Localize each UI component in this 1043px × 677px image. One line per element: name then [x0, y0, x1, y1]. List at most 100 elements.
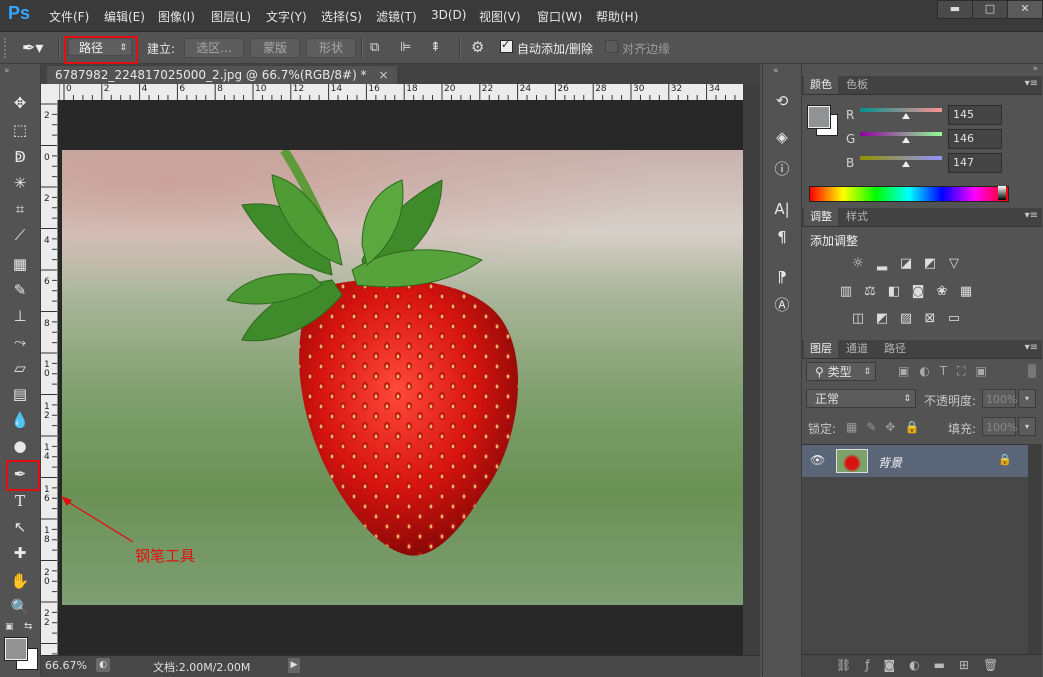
custom-shape-tool-icon[interactable]: ✚ — [8, 542, 32, 564]
foreground-color-swatch[interactable] — [4, 637, 28, 661]
path-selection-tool-icon[interactable]: ↖ — [8, 516, 32, 538]
tab-layers[interactable]: 图层 — [804, 340, 838, 358]
opacity-dropdown-icon[interactable]: ▾ — [1018, 389, 1036, 408]
ruler-origin[interactable] — [41, 84, 60, 101]
gradient-map-icon[interactable]: ▭ — [946, 311, 962, 327]
align-edges-checkbox[interactable] — [605, 40, 618, 53]
eraser-tool-icon[interactable]: ▱ — [8, 357, 32, 379]
tab-channels[interactable]: 通道 — [840, 340, 874, 358]
levels-icon[interactable]: ▂ — [874, 256, 890, 272]
menu-filter[interactable]: 滤镜(T) — [376, 8, 417, 25]
paragraph-panel-icon[interactable]: ¶ — [771, 226, 793, 248]
grayscale-ramp[interactable] — [998, 186, 1006, 200]
tab-adjustments[interactable]: 调整 — [804, 208, 838, 226]
menu-help[interactable]: 帮助(H) — [596, 8, 638, 25]
hand-tool-icon[interactable]: ✋ — [8, 570, 32, 592]
make-shape-button[interactable]: 形状 — [306, 38, 356, 58]
collapse-dock-icon[interactable]: « — [773, 66, 779, 76]
black-white-icon[interactable]: ◧ — [886, 284, 902, 300]
path-alignment-icon[interactable]: ⊫ — [400, 40, 411, 55]
path-arrangement-icon[interactable]: ⇞ — [430, 40, 441, 55]
layer-footer-icons[interactable]: ⛓ƒ◙◐▬⊞🗑 — [836, 658, 1012, 672]
close-window-button[interactable]: ✕ — [1007, 0, 1043, 19]
minimize-button[interactable]: ▬ — [937, 0, 973, 19]
make-mask-button[interactable]: 蒙版 — [250, 38, 300, 58]
strawberry-photo[interactable] — [62, 150, 743, 605]
paragraph-styles-icon[interactable]: ⁋ — [771, 266, 793, 288]
fill-dropdown-icon[interactable]: ▾ — [1018, 417, 1036, 436]
layer-filter-select[interactable]: ⚲ 类型 ⇕ — [806, 362, 876, 381]
gear-icon[interactable]: ⚙ — [471, 38, 484, 56]
clone-stamp-tool-icon[interactable]: ⊥ — [8, 305, 32, 327]
info-panel-icon[interactable]: ⓘ — [771, 158, 793, 180]
menu-window[interactable]: 窗口(W) — [537, 8, 582, 25]
panel-menu-icon[interactable]: ▾≡ — [1025, 78, 1038, 89]
maximize-button[interactable]: □ — [972, 0, 1008, 19]
panel-menu-icon[interactable]: ▾≡ — [1025, 342, 1038, 353]
horizontal-ruler[interactable]: 0 2 4 6 8 10 12 14 16 18 20 22 24 26 28 30 32 34 — [60, 84, 743, 101]
panel-menu-icon[interactable]: ▾≡ — [1025, 210, 1038, 221]
layer-row-background[interactable]: 👁 背景 🔒 — [802, 445, 1028, 477]
zoom-tool-icon[interactable]: 🔍 — [8, 596, 32, 618]
crop-tool-icon[interactable]: ⌗ — [8, 198, 32, 220]
curves-icon[interactable]: ◪ — [898, 256, 914, 272]
posterize-icon[interactable]: ◩ — [874, 311, 890, 327]
invert-icon[interactable]: ◫ — [850, 311, 866, 327]
eyedropper-tool-icon[interactable]: ⟋ — [8, 224, 32, 246]
character-panel-icon[interactable]: A| — [771, 198, 793, 220]
vertical-scrollbar[interactable] — [743, 84, 760, 655]
type-tool-icon[interactable]: T — [8, 490, 32, 512]
lasso-tool-icon[interactable]: ↁ — [8, 146, 32, 168]
channel-r-slider[interactable] — [860, 108, 942, 119]
brush-tool-icon[interactable]: ✎ — [8, 279, 32, 301]
swap-colors-icon[interactable]: ⇆ — [24, 621, 32, 632]
channel-mixer-icon[interactable]: ❀ — [934, 284, 950, 300]
tab-swatches[interactable]: 色板 — [840, 76, 874, 94]
marquee-tool-icon[interactable]: ⬚ — [8, 119, 32, 141]
healing-brush-tool-icon[interactable]: ▦ — [8, 253, 32, 275]
path-operations-icon[interactable]: ⧉ — [370, 40, 379, 55]
auto-add-delete-checkbox[interactable]: ✓ — [500, 38, 513, 53]
default-colors-icon[interactable]: ▣ — [5, 622, 14, 632]
foreground-swatch[interactable] — [807, 105, 831, 129]
history-panel-icon[interactable]: ⟲ — [771, 90, 793, 112]
share-icon[interactable]: ◐ — [96, 658, 110, 672]
vertical-ruler[interactable]: 2 0 2 4 6 8 10 12 14 16 18 20 22 — [41, 100, 58, 655]
slider-knob-icon[interactable] — [902, 113, 910, 119]
gradient-tool-icon[interactable]: ▤ — [8, 383, 32, 405]
tab-color[interactable]: 颜色 — [804, 76, 838, 94]
magic-wand-tool-icon[interactable]: ✳ — [8, 172, 32, 194]
menu-file[interactable]: 文件(F) — [49, 8, 89, 25]
menu-edit[interactable]: 编辑(E) — [104, 8, 145, 25]
document-tab[interactable]: 6787982_224817025000_2.jpg @ 66.7%(RGB/8… — [47, 66, 397, 84]
fill-input[interactable]: 100% — [982, 417, 1017, 436]
exposure-icon[interactable]: ◩ — [922, 256, 938, 272]
channel-b-value[interactable]: 147 — [948, 153, 1002, 173]
pen-tool-preset-icon[interactable]: ✒▾ — [22, 38, 52, 58]
menu-view[interactable]: 视图(V) — [479, 8, 521, 25]
color-balance-icon[interactable]: ⚖ — [862, 284, 878, 300]
vibrance-icon[interactable]: ▽ — [946, 256, 962, 272]
3d-panel-icon[interactable]: ◈ — [771, 126, 793, 148]
dodge-tool-icon[interactable]: ● — [8, 435, 32, 457]
collapse-icon[interactable]: » — [4, 66, 10, 76]
history-brush-tool-icon[interactable]: ⤳ — [8, 331, 32, 353]
menu-3d[interactable]: 3D(D) — [431, 8, 466, 22]
close-tab-icon[interactable]: × — [378, 68, 388, 82]
brightness-contrast-icon[interactable]: ☼ — [850, 256, 866, 272]
channel-b-slider[interactable] — [860, 156, 942, 167]
filter-toggle-switch[interactable] — [1028, 364, 1036, 378]
channel-g-value[interactable]: 146 — [948, 129, 1002, 149]
menu-image[interactable]: 图像(I) — [158, 8, 195, 25]
slider-knob-icon[interactable] — [902, 161, 910, 167]
menu-layer[interactable]: 图层(L) — [211, 8, 251, 25]
menu-select[interactable]: 选择(S) — [321, 8, 362, 25]
tab-styles[interactable]: 样式 — [840, 208, 874, 226]
menu-type[interactable]: 文字(Y) — [266, 8, 307, 25]
color-lookup-icon[interactable]: ▦ — [958, 284, 974, 300]
collapse-panels-icon[interactable]: » — [1032, 64, 1038, 74]
channel-g-slider[interactable] — [860, 132, 942, 143]
hue-saturation-icon[interactable]: ▥ — [838, 284, 854, 300]
selective-color-icon[interactable]: ⊠ — [922, 311, 938, 327]
layer-filter-icons[interactable]: ▣◐T⛶▣ — [898, 364, 997, 379]
